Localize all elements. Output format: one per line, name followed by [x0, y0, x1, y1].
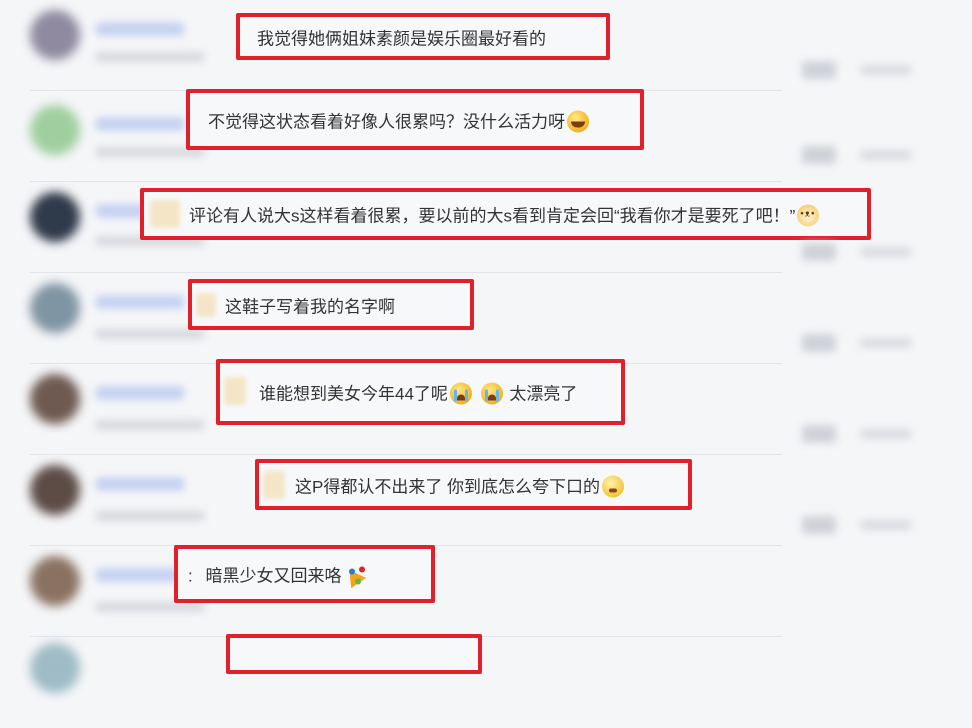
comment-meta [95, 602, 205, 612]
comment-row [0, 637, 972, 728]
avatar[interactable] [30, 643, 80, 693]
like-reply-actions[interactable] [802, 61, 912, 79]
blurred-emoji [150, 200, 180, 228]
comment-highlight: 这P得都认不出来了 你到底怎么夸下口的 [255, 459, 692, 510]
dog-face-icon [797, 204, 820, 227]
crying-face-icon [480, 382, 503, 405]
comment-text: 谁能想到美女今年44了呢 [259, 384, 448, 404]
username[interactable] [95, 386, 185, 400]
username[interactable] [95, 568, 185, 582]
comment-highlight: : 暗黑少女又回来咯 [174, 545, 435, 603]
avatar[interactable] [30, 10, 80, 60]
party-popper-icon [343, 566, 366, 587]
comment-feed: 我觉得她俩姐妹素颜是娱乐圈最好看的 不觉得这状态看着好像人很累吗？没什么活力呀 … [0, 0, 972, 693]
comment-highlight: 评论有人说大s这样看着很累，要以前的大s看到肯定会回“我看你才是要死了吧！” [140, 188, 871, 240]
prayer-face-icon [602, 475, 625, 497]
like-reply-actions[interactable] [802, 334, 912, 352]
avatar[interactable] [30, 556, 80, 606]
comment-text-after: 太漂亮了 [509, 384, 578, 404]
avatar[interactable] [30, 283, 80, 333]
comment-meta [95, 420, 205, 430]
comment-text: 这鞋子写着我的名字啊 [225, 297, 395, 316]
comment-meta [95, 52, 205, 62]
like-reply-actions[interactable] [802, 425, 912, 443]
avatar[interactable] [30, 105, 80, 155]
crying-face-icon [449, 382, 472, 405]
comment-text: 我觉得她俩姐妹素颜是娱乐圈最好看的 [257, 29, 546, 48]
comment-text: 暗黑少女又回来咯 [205, 566, 342, 586]
like-reply-actions[interactable] [802, 516, 912, 534]
username[interactable] [95, 477, 185, 491]
comment-highlight [226, 634, 482, 674]
comment-text-line: 评论有人说大s这样看着很累，要以前的大s看到肯定会回“我看你才是要死了吧！” [189, 202, 821, 227]
blurred-emoji [224, 377, 246, 405]
comment-meta [95, 329, 205, 339]
comment-text-line: 谁能想到美女今年44了呢 太漂亮了 [259, 380, 577, 405]
comment-highlight: 这鞋子写着我的名字啊 [188, 279, 474, 330]
like-reply-actions[interactable] [802, 146, 912, 164]
comment-text-line: 这P得都认不出来了 你到底怎么夸下口的 [295, 472, 626, 497]
like-reply-actions[interactable] [802, 243, 912, 261]
avatar[interactable] [30, 465, 80, 515]
comment-meta [95, 511, 205, 521]
laugh-cry-icon [567, 110, 589, 132]
avatar[interactable] [30, 374, 80, 424]
comment-prefix: : [188, 566, 193, 586]
username[interactable] [95, 117, 185, 131]
comment-highlight: 谁能想到美女今年44了呢 太漂亮了 [216, 359, 625, 425]
comment-text: 不觉得这状态看着好像人很累吗？没什么活力呀 [208, 112, 565, 131]
username[interactable] [95, 22, 185, 36]
comment-text: 这P得都认不出来了 你到底怎么夸下口的 [295, 477, 601, 496]
comment-row [0, 516, 972, 637]
comment-text-line: : 暗黑少女又回来咯 [188, 562, 367, 587]
comment-text: 评论有人说大s这样看着很累，要以前的大s看到肯定会回“我看你才是要死了吧！” [189, 206, 796, 226]
username[interactable] [95, 295, 185, 309]
comment-highlight: 我觉得她俩姐妹素颜是娱乐圈最好看的 [236, 13, 610, 60]
comment-highlight: 不觉得这状态看着好像人很累吗？没什么活力呀 [186, 89, 644, 150]
comment-text-line: 不觉得这状态看着好像人很累吗？没什么活力呀 [208, 107, 591, 132]
avatar[interactable] [30, 192, 80, 242]
blurred-emoji [196, 293, 216, 317]
blurred-emoji [263, 471, 285, 499]
